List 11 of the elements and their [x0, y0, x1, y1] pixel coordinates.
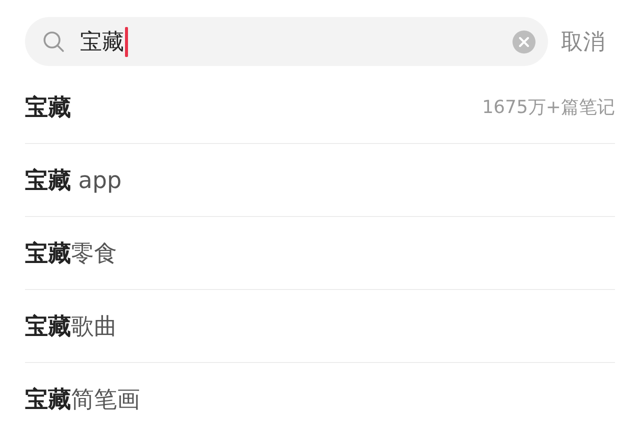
- search-text: 宝藏: [80, 28, 124, 56]
- clear-icon[interactable]: [512, 30, 536, 54]
- suggestion-item[interactable]: 宝藏零食: [25, 238, 117, 268]
- note-count: 1675万+篇笔记: [482, 96, 615, 119]
- search-field[interactable]: 宝藏: [25, 17, 548, 66]
- text-cursor: [125, 26, 128, 56]
- suggestion-item[interactable]: 宝藏: [25, 92, 71, 122]
- suggestion-item[interactable]: 宝藏歌曲: [25, 310, 117, 342]
- suggestion-item[interactable]: 宝藏 app: [25, 164, 122, 196]
- search-icon: [42, 30, 66, 54]
- suggestion-item[interactable]: 宝藏简笔画: [25, 384, 140, 414]
